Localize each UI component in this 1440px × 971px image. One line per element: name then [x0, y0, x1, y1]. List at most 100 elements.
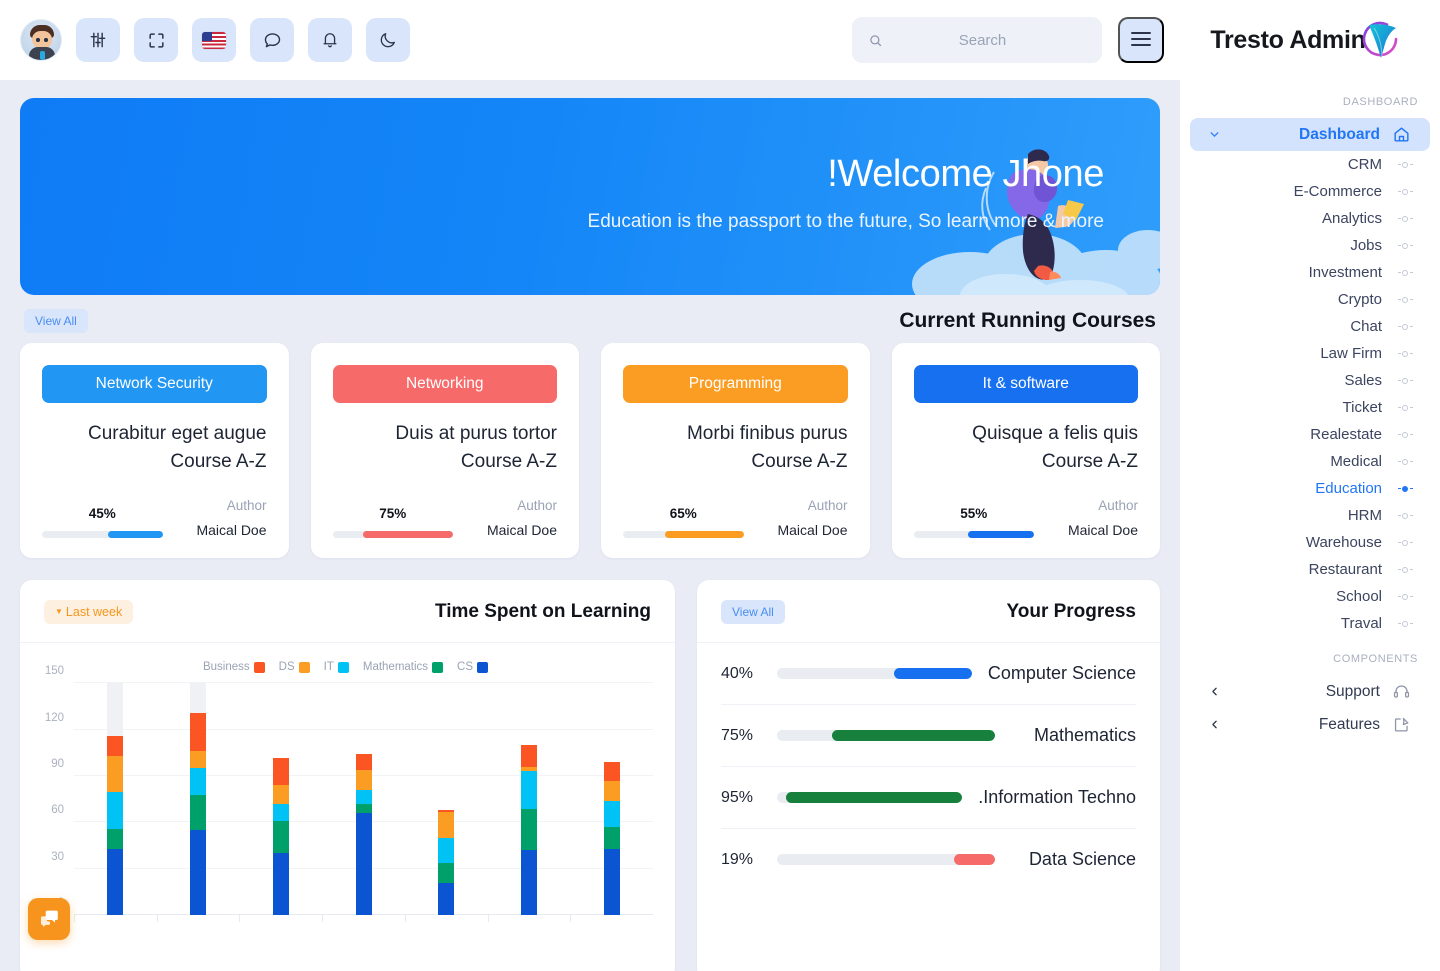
sidebar-dashboard-items: CRM E-Commerce Analytics Jobs Investment Cryp…: [1180, 151, 1440, 637]
chart-legend-item[interactable]: Business: [203, 661, 265, 673]
course-card[interactable]: Networking Duis at purus tortor Course A-Z…: [310, 343, 579, 559]
progress-track: [777, 792, 963, 804]
course-category-chip[interactable]: It & software: [913, 365, 1138, 403]
chart-bar-slot[interactable]: [239, 683, 322, 923]
brand: Tresto Admin: [1180, 19, 1440, 61]
chart-bar-slot[interactable]: [487, 683, 571, 923]
chart-x-tick: [322, 915, 324, 923]
sidebar-item-dashboard[interactable]: Dashboard: [1190, 118, 1430, 151]
sliders-button[interactable]: [76, 18, 120, 62]
chart-stacked-bar[interactable]: [355, 754, 372, 916]
course-category-chip[interactable]: Networking: [332, 365, 557, 403]
course-card[interactable]: Programming Morbi finibus purus Course A-Z…: [601, 343, 870, 559]
sidebar-item-label: Warehouse: [1305, 534, 1382, 551]
course-author-label: Author: [807, 498, 848, 514]
chart-bar-slot[interactable]: [322, 683, 405, 923]
chart-stacked-bar[interactable]: [107, 735, 124, 916]
progress-view-all-button[interactable]: View All: [721, 600, 785, 625]
sidebar-item-analytics[interactable]: Analytics: [1180, 205, 1440, 232]
chart-x-tick: [487, 915, 489, 923]
notifications-button[interactable]: [308, 18, 352, 62]
progress-row[interactable]: 95% .Information Techno: [721, 767, 1136, 830]
progress-row[interactable]: 75% Mathematics: [721, 705, 1136, 768]
avatar[interactable]: [20, 19, 62, 61]
progress-list: 40% Computer Science 75% Mathematics 95% .Inf…: [697, 643, 1160, 971]
bullet-dot-icon: [1394, 539, 1416, 546]
chart-stacked-bar[interactable]: [438, 810, 455, 916]
chart-stacked-bar[interactable]: [520, 745, 537, 916]
chart-legend-item[interactable]: CS: [457, 661, 489, 674]
bullet-dot-icon: [1394, 377, 1416, 384]
chart-legend-item[interactable]: IT: [324, 661, 349, 673]
sidebar-item-sales[interactable]: Sales: [1180, 367, 1440, 394]
sidebar-item-features[interactable]: Features: [1190, 708, 1430, 741]
search-input[interactable]: [883, 31, 1100, 49]
chart-legend-label: CS: [457, 661, 474, 674]
search-box[interactable]: [852, 17, 1102, 63]
course-progress-track: [42, 531, 163, 539]
courses-view-all-button[interactable]: View All: [24, 309, 88, 333]
course-card[interactable]: It & software Quisque a felis quis Course …: [891, 343, 1160, 559]
bullet-dot-icon: [1394, 620, 1416, 627]
sidebar-item-crm[interactable]: CRM: [1180, 151, 1440, 178]
course-author-name: Maical Doe: [777, 522, 848, 539]
bullet-dot-icon: [1394, 242, 1416, 249]
progress-row[interactable]: 19% Data Science: [721, 829, 1136, 890]
chat-fab-button[interactable]: [28, 898, 70, 940]
course-footer: 55% Author Maical Doe: [913, 476, 1138, 539]
date-range-dropdown[interactable]: ▼ Last week: [44, 600, 134, 625]
chart-bar-slot[interactable]: [404, 683, 488, 923]
sidebar-item-education[interactable]: Education: [1180, 475, 1440, 502]
bullet-dot-icon: [1394, 269, 1416, 276]
chart-bar-slot[interactable]: [74, 683, 157, 923]
sidebar-item-e-commerce[interactable]: E-Commerce: [1180, 178, 1440, 205]
sidebar-item-realestate[interactable]: Realestate: [1180, 421, 1440, 448]
progress-row[interactable]: 40% Computer Science: [721, 643, 1136, 706]
sidebar-item-medical[interactable]: Medical: [1180, 448, 1440, 475]
chart-legend-swatch: [477, 661, 489, 673]
sidebar-item-support[interactable]: Support: [1190, 675, 1430, 708]
dark-mode-button[interactable]: [366, 18, 410, 62]
menu-toggle-button[interactable]: [1118, 17, 1164, 63]
sidebar-item-warehouse[interactable]: Warehouse: [1180, 529, 1440, 556]
moon-icon: [378, 30, 398, 50]
course-category-chip[interactable]: Network Security: [42, 365, 267, 403]
course-card[interactable]: Network Security Curabitur eget augue Cour…: [20, 343, 289, 559]
chart-bar-segment: [190, 712, 207, 752]
bullet-dot-icon: [1394, 161, 1416, 168]
language-button[interactable]: [192, 18, 236, 62]
course-author-label: Author: [226, 498, 267, 514]
progress-track: [777, 668, 972, 680]
course-progress-fill: [362, 531, 453, 539]
chart-bar-slot[interactable]: [156, 683, 240, 923]
sidebar-item-hrm[interactable]: HRM: [1180, 502, 1440, 529]
sidebar-item-school[interactable]: School: [1180, 583, 1440, 610]
chart-bar-slot[interactable]: [570, 683, 653, 923]
sidebar-item-jobs[interactable]: Jobs: [1180, 232, 1440, 259]
chart-legend-item[interactable]: Mathematics: [363, 661, 444, 673]
course-author-name: Maical Doe: [196, 522, 267, 539]
sidebar-item-traval[interactable]: Traval: [1180, 610, 1440, 637]
sidebar-item-ticket[interactable]: Ticket: [1180, 394, 1440, 421]
sidebar-item-law-firm[interactable]: Law Firm: [1180, 340, 1440, 367]
chart-bar-segment: [272, 853, 289, 916]
chart-stacked-bar[interactable]: [190, 712, 207, 916]
course-category-chip[interactable]: Programming: [623, 365, 848, 403]
chart-x-tick: [74, 915, 75, 923]
chart-stacked-bar[interactable]: [603, 762, 620, 916]
chart-bar-segment: [603, 848, 620, 916]
sidebar-item-label: Chat: [1350, 318, 1382, 335]
messages-button[interactable]: [250, 18, 294, 62]
sidebar-item-restaurant[interactable]: Restaurant: [1180, 556, 1440, 583]
bullet-dot-icon: [1394, 485, 1416, 492]
chart-panel-title: Time Spent on Learning: [434, 601, 651, 623]
sidebar-item-label: Law Firm: [1320, 345, 1382, 362]
chart-x-tick: [404, 915, 406, 923]
chart-stacked-bar[interactable]: [272, 757, 289, 916]
sidebar-item-dashboard-label: Dashboard: [1299, 125, 1380, 143]
chart-legend-item[interactable]: DS: [279, 661, 310, 673]
fullscreen-button[interactable]: [134, 18, 178, 62]
sidebar-item-chat[interactable]: Chat: [1180, 313, 1440, 340]
sidebar-item-investment[interactable]: Investment: [1180, 259, 1440, 286]
sidebar-item-crypto[interactable]: Crypto: [1180, 286, 1440, 313]
